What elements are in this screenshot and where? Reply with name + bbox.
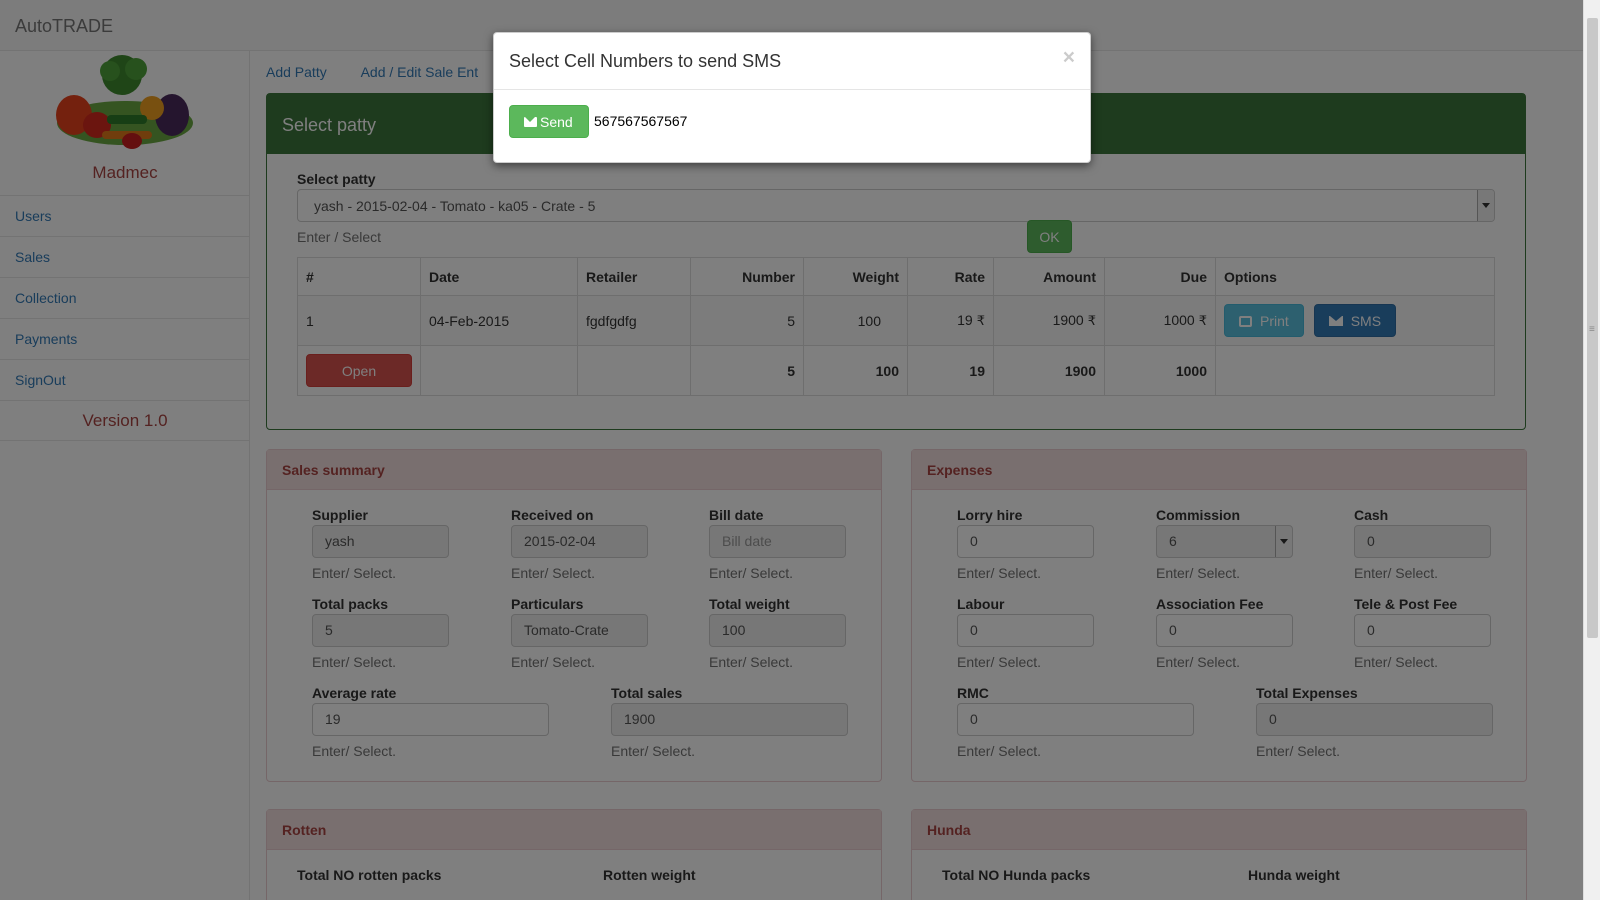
grip-icon: ≡ xyxy=(1589,324,1595,335)
cell-number: 567567567567 xyxy=(594,113,688,129)
modal-header: Select Cell Numbers to send SMS × xyxy=(494,33,1090,90)
modal-title: Select Cell Numbers to send SMS xyxy=(509,51,782,71)
sms-modal: Select Cell Numbers to send SMS × Send 5… xyxy=(493,32,1091,163)
send-button[interactable]: Send xyxy=(509,105,589,138)
close-icon[interactable]: × xyxy=(1063,46,1075,70)
scrollbar[interactable]: ≡ xyxy=(1583,0,1600,900)
envelope-icon xyxy=(524,117,537,127)
send-label: Send xyxy=(540,114,573,130)
